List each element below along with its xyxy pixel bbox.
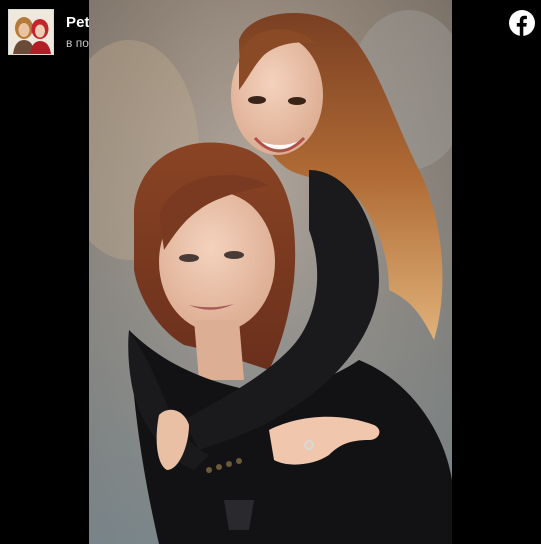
post-photo[interactable] [89,0,452,544]
author-avatar[interactable] [8,9,54,55]
facebook-logo-icon[interactable] [509,10,535,36]
facebook-embedded-post: Petya Dikova в понеделник [0,0,541,544]
avatar-image [9,10,53,54]
